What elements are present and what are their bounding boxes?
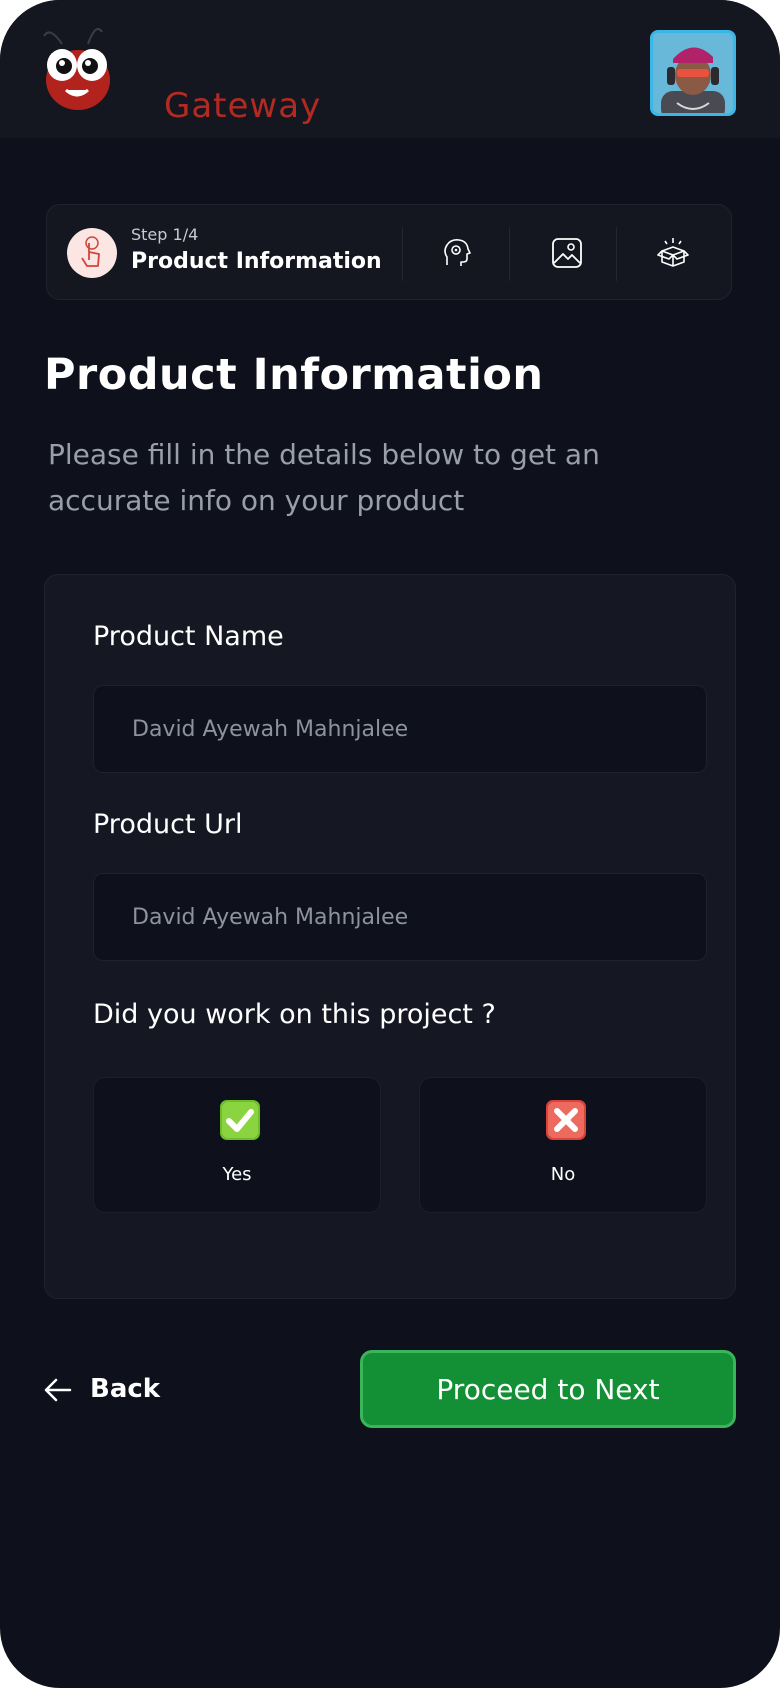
logo-text: Gateway xyxy=(164,86,322,126)
gateway-logo[interactable]: Gateway xyxy=(40,22,320,126)
product-url-input[interactable] xyxy=(93,873,707,961)
yes-option[interactable]: Yes xyxy=(93,1077,381,1213)
no-option[interactable]: No xyxy=(419,1077,707,1213)
image-icon[interactable] xyxy=(549,235,585,271)
back-label: Back xyxy=(90,1374,161,1404)
proceed-next-button[interactable]: Proceed to Next xyxy=(360,1350,736,1428)
open-box-icon[interactable] xyxy=(655,235,691,271)
page-title: Product Information xyxy=(44,350,544,400)
work-question-label: Did you work on this project ? xyxy=(93,999,496,1030)
top-bar: Gateway xyxy=(0,0,780,138)
step-divider xyxy=(402,227,403,281)
product-name-label: Product Name xyxy=(93,621,284,652)
yes-label: Yes xyxy=(222,1164,252,1185)
back-button[interactable]: Back xyxy=(42,1370,172,1410)
app-screen: Gateway Step 1/4 Product Information Pro… xyxy=(0,0,780,1688)
ant-mascot-icon xyxy=(43,28,110,110)
user-avatar[interactable] xyxy=(650,30,736,116)
product-url-label: Product Url xyxy=(93,809,243,840)
current-step-badge xyxy=(67,228,117,278)
hand-pointer-icon xyxy=(81,236,100,267)
step-divider xyxy=(616,227,617,281)
product-form-card: Product Name Product Url Did you work on… xyxy=(44,574,736,1299)
step-divider xyxy=(509,227,510,281)
arrow-left-icon xyxy=(44,1378,72,1402)
green-check-icon xyxy=(220,1100,260,1140)
red-x-icon xyxy=(546,1100,586,1140)
step-indicator: Step 1/4 xyxy=(131,225,199,244)
brain-gear-icon[interactable] xyxy=(439,235,475,271)
avatar-illustration-icon xyxy=(653,33,733,113)
product-name-input[interactable] xyxy=(93,685,707,773)
no-label: No xyxy=(550,1164,576,1185)
page-subtitle: Please fill in the details below to get … xyxy=(48,438,600,517)
current-step-title: Product Information xyxy=(131,249,382,274)
step-progress-bar: Step 1/4 Product Information xyxy=(46,204,732,300)
